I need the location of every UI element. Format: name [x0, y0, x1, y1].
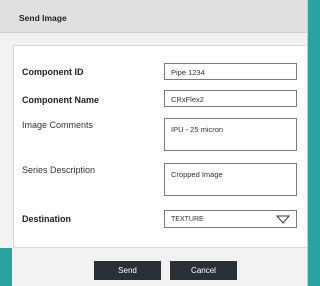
component-name-label: Component Name — [22, 95, 100, 105]
component-id-label: Component ID — [22, 67, 84, 77]
series-description-label: Series Description — [22, 165, 96, 175]
chevron-down-icon — [276, 215, 290, 224]
component-id-field[interactable]: Pipe 1234 — [164, 63, 297, 80]
component-name-field[interactable]: CRxFlex2 — [164, 90, 297, 107]
image-comments-label: Image Comments — [22, 120, 94, 130]
destination-label: Destination — [22, 214, 72, 224]
destination-value: TEXTURE — [171, 216, 204, 223]
background-edge — [0, 248, 12, 286]
destination-select[interactable]: TEXTURE — [164, 210, 297, 228]
send-button[interactable]: Send — [94, 261, 161, 280]
dialog-titlebar: Send Image — [0, 0, 307, 33]
send-image-dialog: Send Image Component ID Pipe 1234 Compon… — [0, 0, 307, 286]
dialog-title: Send Image — [19, 13, 67, 23]
cancel-button[interactable]: Cancel — [170, 261, 237, 280]
image-comments-field[interactable]: IPU - 25 micron — [164, 118, 297, 151]
series-description-field[interactable]: Cropped Image — [164, 163, 297, 196]
